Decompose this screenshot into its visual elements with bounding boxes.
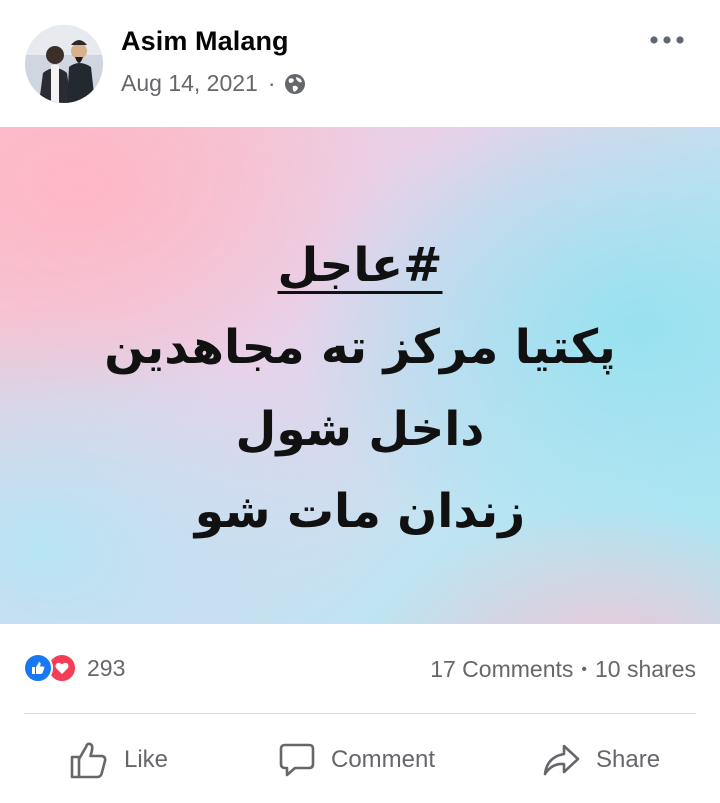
counts-separator: •: [581, 660, 587, 678]
comment-label: Comment: [331, 746, 436, 773]
post-text-line-4: زندان مات شو: [194, 484, 526, 539]
share-button[interactable]: Share: [540, 738, 660, 782]
share-label: Share: [596, 746, 661, 773]
like-reaction-icon: [23, 653, 53, 683]
comments-count[interactable]: 17 Comments: [430, 656, 573, 683]
post-header: Asim Malang Aug 14, 2021 ·: [0, 0, 720, 127]
thumbs-up-icon: [70, 742, 107, 779]
reaction-count: 293: [87, 654, 126, 681]
post-stats: 293 17 Comments • 10 shares: [0, 624, 720, 714]
post-text-line-2: پکتيا مرکز ته مجاهدين: [104, 320, 616, 375]
author-avatar[interactable]: [25, 25, 103, 103]
post-text: #عاجل پکتيا مرکز ته مجاهدين داخل شول زند…: [0, 225, 720, 553]
shares-count[interactable]: 10 shares: [595, 656, 696, 683]
share-arrow-icon: [543, 744, 580, 776]
post-text-line-1: #عاجل: [277, 238, 443, 293]
more-options-icon[interactable]: [647, 22, 687, 58]
comment-button[interactable]: Comment: [277, 738, 435, 782]
meta-separator: ·: [267, 70, 276, 96]
reactions-summary[interactable]: 293: [23, 653, 125, 683]
post-date[interactable]: Aug 14, 2021: [121, 70, 258, 97]
comment-bubble-icon: [279, 743, 315, 777]
author-name[interactable]: Asim Malang: [121, 26, 289, 57]
engagement-counts: 17 Comments • 10 shares: [430, 656, 696, 683]
action-bar: Like Comment Share: [0, 714, 720, 803]
globe-icon: [284, 73, 306, 95]
post-media[interactable]: #عاجل پکتيا مرکز ته مجاهدين داخل شول زند…: [0, 127, 720, 624]
post-meta: Aug 14, 2021 ·: [121, 70, 306, 97]
avatar-photo: [25, 25, 103, 103]
like-button[interactable]: Like: [68, 738, 168, 782]
like-label: Like: [124, 746, 169, 773]
post-text-line-3: داخل شول: [235, 402, 485, 457]
